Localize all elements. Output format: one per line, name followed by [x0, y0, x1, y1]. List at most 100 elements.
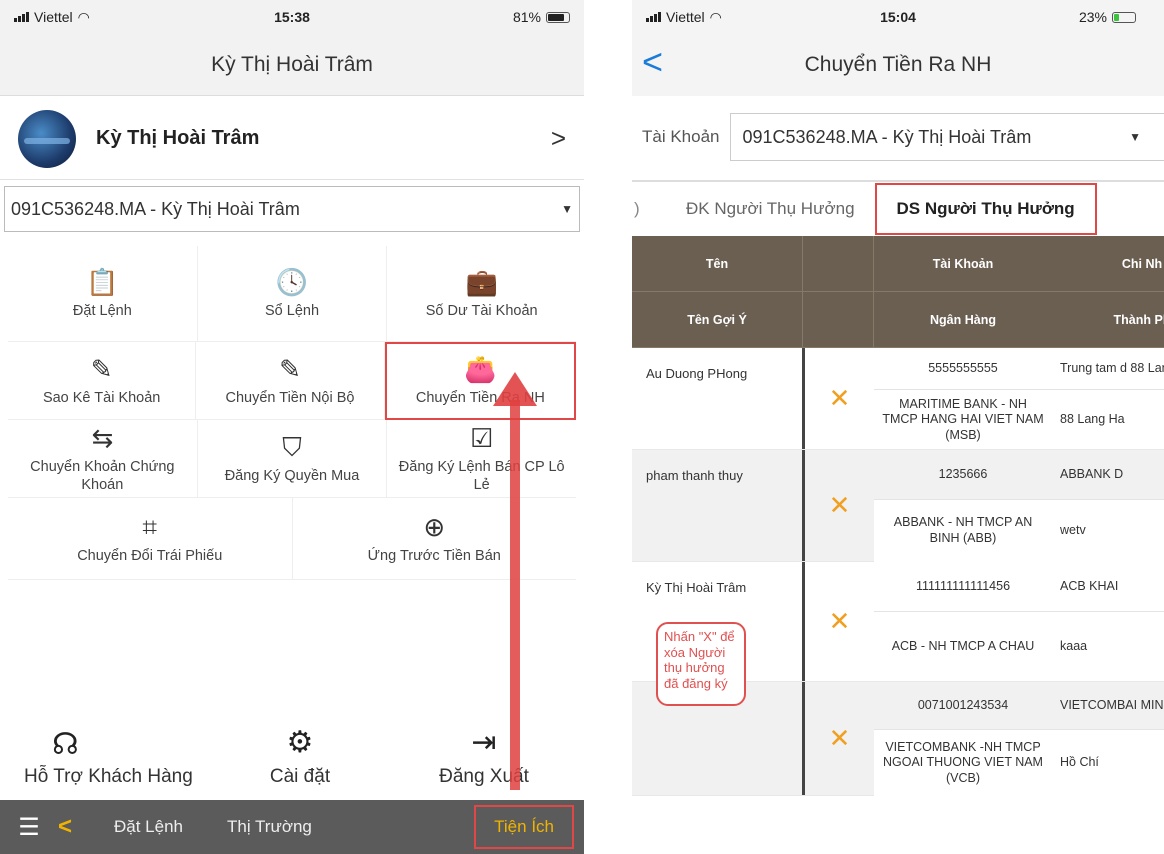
- bank-name: VIETCOMBANK -NH TMCP NGOAI THUONG VIET N…: [883, 739, 1043, 785]
- beneficiary-tabs: ) ĐK Người Thụ Hưởng DS Người Thụ Hưởng: [632, 180, 1164, 236]
- right-phone-screen: Viettel ◠ 15:04 23% < Chuyển Tiền Ra NH …: [632, 0, 1164, 854]
- account-select[interactable]: 091C536248.MA - Kỳ Thị Hoài Trâm ▼: [729, 113, 1164, 161]
- edit-icon: ✎: [90, 353, 113, 384]
- account-select[interactable]: 091C536248.MA - Kỳ Thị Hoài Trâm ▼: [4, 186, 580, 232]
- header-ten-goi-y: Tên Gợi Ý: [687, 312, 747, 327]
- menu-label: Chuyển Khoản Chứng Khoán: [30, 459, 175, 493]
- tab-partial[interactable]: ): [632, 199, 646, 219]
- headset-icon: ☊: [52, 728, 79, 762]
- menu-label: Đăng Ký Lệnh Bán CP Lô Lẻ: [398, 459, 565, 493]
- logout-button[interactable]: ⇥ Đăng Xuất: [392, 690, 576, 794]
- branch: VIETCOMBAI MINH (: [1060, 697, 1164, 712]
- account-number: 1235666: [938, 466, 988, 481]
- account-select-value: 091C536248.MA - Kỳ Thị Hoài Trâm: [11, 198, 300, 219]
- account-label: Tài Khoản: [642, 127, 720, 146]
- menu-chuyen-khoan-chung-khoan[interactable]: ⇆ Chuyển Khoản Chứng Khoán: [8, 420, 198, 498]
- battery-icon: [546, 11, 570, 23]
- page-header: < Chuyển Tiền Ra NH: [632, 34, 1164, 96]
- battery-percent: 81%: [512, 9, 541, 25]
- header-empty: [802, 236, 874, 291]
- battery-percent: 23%: [1078, 9, 1107, 25]
- table-body: Au Duong PHong ✕ 5555555555 Trung tam d …: [632, 348, 1164, 796]
- delete-x-icon[interactable]: ✕: [802, 348, 874, 449]
- menu-dat-lenh[interactable]: 📋 Đặt Lệnh: [8, 246, 198, 342]
- status-bar: Viettel ◠ 15:38 81%: [0, 0, 584, 34]
- menu-label: Sổ Lệnh: [264, 302, 320, 319]
- tab-beneficiary-list[interactable]: DS Người Thụ Hưởng: [874, 183, 1097, 235]
- city: kaaa: [1060, 639, 1088, 654]
- menu-ung-truoc-tien-ban[interactable]: ⊕ Ứng Trước Tiền Bán: [292, 498, 576, 580]
- menu-so-du-tai-khoan[interactable]: 💼 Số Dư Tài Khoản: [387, 246, 577, 342]
- annotation-arrow-head: [493, 372, 537, 406]
- signal-icon: [14, 12, 29, 22]
- back-arrow-icon[interactable]: <: [58, 813, 92, 841]
- settings-button[interactable]: ⚙ Cài đặt: [208, 690, 392, 794]
- status-bar: Viettel ◠ 15:04 23%: [632, 0, 1164, 34]
- beneficiary-name: Au Duong PHong: [646, 366, 748, 381]
- menu-label: Sao Kê Tài Khoản: [42, 389, 161, 406]
- menu-label: Số Dư Tài Khoản: [425, 302, 538, 319]
- logout-icon: ⇥: [471, 726, 497, 759]
- carrier: Viettel ◠: [646, 9, 722, 26]
- back-chevron-icon[interactable]: <: [642, 44, 663, 80]
- annotation-arrow-shaft: [510, 400, 520, 790]
- battery: 81%: [513, 9, 570, 25]
- table-row: Au Duong PHong ✕ 5555555555 Trung tam d …: [632, 348, 1164, 450]
- carrier: Viettel ◠: [14, 9, 90, 26]
- clipboard-check-icon: 📋: [86, 266, 119, 297]
- delete-x-icon[interactable]: ✕: [802, 682, 874, 795]
- lifebuoy-icon: ⊕: [423, 511, 446, 542]
- menu-chuyen-tien-noi-bo[interactable]: ✎ Chuyển Tiền Nội Bộ: [196, 342, 385, 420]
- menu-dang-ky-quyen-mua[interactable]: ⛉ Đăng Ký Quyền Mua: [197, 420, 388, 498]
- menu-label: Ứng Trước Tiền Bán: [367, 547, 501, 564]
- tab-register-beneficiary[interactable]: ĐK Người Thụ Hưởng: [646, 199, 875, 219]
- tab-tien-ich[interactable]: Tiện Ích: [474, 805, 574, 849]
- bank-name: MARITIME BANK - NH TMCP HANG HAI VIET NA…: [882, 396, 1044, 442]
- account-number: 0071001243534: [917, 697, 1009, 712]
- support-button[interactable]: ☊ Hỗ Trợ Khách Hàng: [8, 690, 208, 794]
- page-title: Chuyển Tiền Ra NH: [804, 53, 992, 76]
- table-header: Tên Tài Khoản Chi Nh Tên Gợi Ý Ngân Hàng…: [632, 236, 1164, 348]
- avatar: [18, 109, 76, 168]
- header-chi-nhanh: Chi Nh: [1121, 256, 1163, 271]
- menu-so-lenh[interactable]: 🕓 Sổ Lệnh: [197, 246, 388, 342]
- wifi-icon: ◠: [77, 8, 90, 25]
- branch: Trung tam d 88 Lan: [1060, 360, 1164, 375]
- menu-chuyen-tien-ra-nh[interactable]: 👛 Chuyển Tiền Ra NH: [384, 342, 576, 420]
- carrier-label: Viettel: [34, 9, 73, 25]
- chevron-right-icon: >: [550, 123, 566, 153]
- left-phone-screen: Viettel ◠ 15:38 81% Kỳ Thị Hoài Trâm Kỳ …: [0, 0, 584, 854]
- account-number: 5555555555: [928, 360, 998, 375]
- swap-arrows-icon: ⇆: [91, 423, 114, 454]
- support-label: Hỗ Trợ Khách Hàng: [24, 766, 193, 788]
- header-ngan-hang: Ngân Hàng: [930, 312, 996, 327]
- menu-sao-ke-tai-khoan[interactable]: ✎ Sao Kê Tài Khoản: [8, 342, 197, 420]
- edit-icon: ✎: [279, 353, 301, 384]
- tab-thi-truong[interactable]: Thị Trường: [205, 817, 334, 837]
- caret-down-icon: ▼: [561, 202, 573, 216]
- page-title: Kỳ Thị Hoài Trâm: [0, 34, 584, 96]
- profile-row[interactable]: Kỳ Thị Hoài Trâm >: [0, 98, 584, 180]
- hamburger-menu-icon[interactable]: ☰: [0, 813, 58, 842]
- beneficiary-table: Tên Tài Khoản Chi Nh Tên Gợi Ý Ngân Hàng…: [632, 236, 1164, 796]
- shield-check-icon: ⛉: [282, 431, 302, 462]
- briefcase-icon: 💼: [465, 266, 498, 297]
- menu-chuyen-doi-trai-phieu[interactable]: ⌗ Chuyển Đổi Trái Phiếu: [8, 498, 293, 580]
- account-number: 111111111111456: [915, 578, 1011, 593]
- menu-label: Chuyển Tiền Nội Bộ: [225, 389, 355, 406]
- crop-icon: ⌗: [142, 511, 158, 542]
- branch: ABBANK D: [1060, 466, 1124, 481]
- clipboard-check-icon: ☑: [470, 423, 494, 454]
- city: Hồ Chí: [1060, 755, 1099, 770]
- annotation-callout: Nhấn "X" để xóa Người thụ hưởng đã đăng …: [656, 622, 746, 706]
- account-row: Tài Khoản 091C536248.MA - Kỳ Thị Hoài Tr…: [642, 112, 1164, 162]
- delete-x-icon[interactable]: ✕: [802, 562, 874, 681]
- menu-dang-ky-lenh-ban-cp-lo-le[interactable]: ☑ Đăng Ký Lệnh Bán CP Lô Lẻ: [387, 420, 577, 498]
- delete-x-icon[interactable]: ✕: [802, 450, 874, 561]
- wifi-icon: ◠: [709, 8, 722, 25]
- city: wetv: [1060, 523, 1086, 538]
- header-ten: Tên: [705, 256, 729, 271]
- tab-dat-lenh[interactable]: Đặt Lệnh: [92, 817, 205, 837]
- header-tai-khoan: Tài Khoản: [932, 256, 994, 271]
- menu-label: Chuyển Đổi Trái Phiếu: [77, 547, 223, 564]
